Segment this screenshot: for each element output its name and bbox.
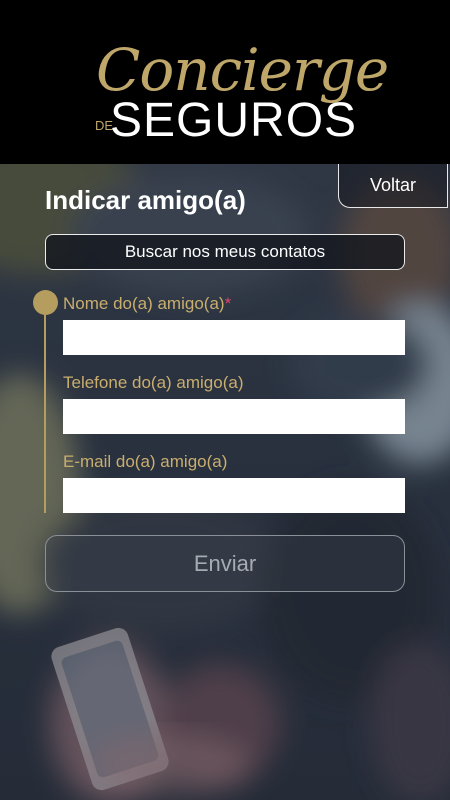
friend-name-input[interactable] (63, 320, 405, 355)
page-title: Indicar amigo(a) (45, 185, 246, 215)
name-field-label-text: Nome do(a) amigo(a) (63, 294, 225, 313)
app-header: Concierge DE SEGUROS (0, 0, 450, 164)
back-button[interactable]: Voltar (338, 164, 448, 208)
required-asterisk: * (224, 294, 232, 313)
email-field-label: E-mail do(a) amigo(a) (63, 452, 228, 471)
step-line (44, 302, 46, 513)
svg-text:SEGUROS: SEGUROS (110, 94, 357, 147)
friend-email-input[interactable] (63, 478, 405, 513)
search-contacts-button[interactable]: Buscar nos meus contatos (45, 234, 405, 270)
concierge-seguros-logo: Concierge DE SEGUROS (95, 36, 389, 147)
send-button[interactable]: Enviar (45, 535, 405, 592)
name-field-label: Nome do(a) amigo(a)* (63, 294, 231, 314)
phone-field-label: Telefone do(a) amigo(a) (63, 373, 244, 392)
friend-phone-input[interactable] (63, 399, 405, 434)
app-screen: Concierge DE SEGUROS Voltar Indicar amig… (0, 0, 450, 800)
step-dot (33, 290, 58, 315)
